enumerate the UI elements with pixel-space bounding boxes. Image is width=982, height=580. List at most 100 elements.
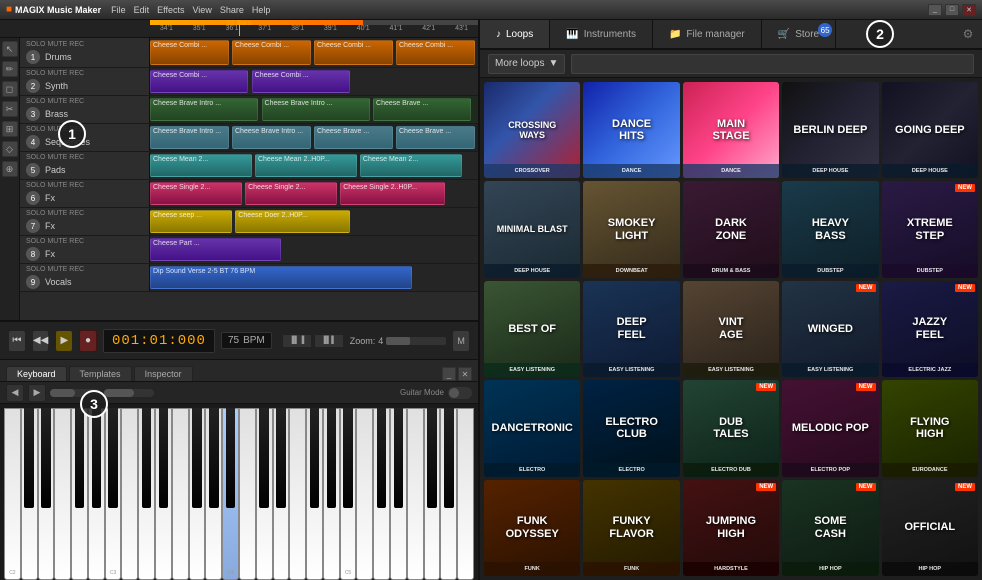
white-key[interactable] [239,408,256,580]
tab-store[interactable]: 🛒 Store 65 [762,20,836,48]
clip[interactable]: Cheese Brave Intro ... [150,98,258,121]
clip[interactable]: Cheese Combi ... [396,40,475,65]
close-button[interactable]: ✕ [962,4,976,16]
settings-icon[interactable]: ⚙ [954,20,982,48]
black-key[interactable] [327,408,336,508]
list-item[interactable]: DANCETRONIC ELECTRO [484,380,580,476]
black-key[interactable] [159,408,168,508]
tool-pointer[interactable]: ↖ [2,41,18,57]
list-item[interactable]: NEW DUBTALES ELECTRO DUB [683,380,779,476]
back-button[interactable]: ◀◀ [32,330,50,352]
loop-mode-1[interactable]: ▐▌▐ [282,334,312,348]
track-clips[interactable]: Cheese seep ... Cheese Doer 2..H0P... [150,208,478,235]
tool-mute[interactable]: ◇ [2,141,18,157]
menu-edit[interactable]: Edit [134,5,150,15]
list-item[interactable]: berlin deep DEEP HOUSE [782,82,878,178]
track-clips[interactable]: Cheese Single 2... Cheese Single 2... Ch… [150,180,478,207]
black-key[interactable] [142,408,151,508]
black-key[interactable] [259,408,268,508]
clip[interactable]: Cheese Single 2..H0P... [340,182,445,205]
clip[interactable]: Cheese Combi ... [314,40,393,65]
white-key[interactable] [407,408,424,580]
list-item[interactable]: FUNKYFLAVOR FUNK [583,480,679,576]
list-item[interactable]: NEW SOMECASH HIP HOP [782,480,878,576]
white-key[interactable] [172,408,189,580]
track-clips[interactable]: Dip Sound Verse 2-5 BT 76 BPM [150,264,478,291]
clip[interactable]: Cheese Mean 2..H0P... [255,154,357,177]
panel-minimize[interactable]: _ [442,367,456,381]
loop-mode-2[interactable]: ▐▌▌ [314,334,344,348]
list-item[interactable]: SMOKEYLIGHT DOWNBEAT [583,181,679,277]
menu-view[interactable]: View [192,5,211,15]
menu-effects[interactable]: Effects [157,5,184,15]
octave-up[interactable]: ▶ [28,384,46,402]
black-key[interactable] [343,408,352,508]
white-key[interactable]: C2 [4,408,21,580]
clip[interactable]: Cheese Mean 2... [150,154,252,177]
track-clips[interactable]: Cheese Combi ... Cheese Combi ... [150,68,478,95]
tab-templates[interactable]: Templates [69,366,132,381]
tool-cut[interactable]: ✂ [2,101,18,117]
list-item[interactable]: NEW xtremestep DUBSTEP [882,181,978,277]
white-key[interactable] [289,408,306,580]
clip[interactable]: Cheese Brave Intro ... [262,98,370,121]
list-item[interactable]: NEW Melodic POP ELECTRO POP [782,380,878,476]
track-clips[interactable]: Cheese Combi ... Cheese Combi ... Cheese… [150,38,478,67]
clip[interactable]: Cheese Brave ... [396,126,475,149]
clip[interactable]: Cheese Part ... [150,238,281,261]
clip[interactable]: Cheese Single 2... [245,182,337,205]
tool-zoom[interactable]: ⊕ [2,161,18,177]
rewind-button[interactable]: ⏮ [8,330,26,352]
piano-keyboard[interactable]: C2 C3 C4 [0,404,478,580]
list-item[interactable]: minimal blast DEEP HOUSE [484,181,580,277]
black-key[interactable] [209,408,218,508]
black-key[interactable] [377,408,386,508]
white-key[interactable] [121,408,138,580]
tab-instruments[interactable]: 🎹 Instruments [550,20,653,48]
tab-keyboard[interactable]: Keyboard [6,366,67,381]
midi-button[interactable]: M [452,330,470,352]
tab-file-manager[interactable]: 📁 File manager [653,20,762,48]
white-key[interactable] [54,408,71,580]
tool-erase[interactable]: ◻ [2,81,18,97]
clip[interactable]: Cheese seep ... [150,210,232,233]
zoom-slider[interactable] [386,337,446,345]
minimize-button[interactable]: _ [928,4,942,16]
menu-file[interactable]: File [111,5,126,15]
white-key[interactable] [356,408,373,580]
clip[interactable]: Cheese Mean 2... [360,154,462,177]
record-button[interactable]: ● [79,330,97,352]
list-item[interactable]: DARKZONE DRUM & BASS [683,181,779,277]
clip[interactable]: Cheese Doer 2..H0P... [235,210,350,233]
maximize-button[interactable]: □ [945,4,959,16]
octave-down[interactable]: ◀ [6,384,24,402]
track-clips[interactable]: Cheese Part ... [150,236,478,263]
clip[interactable]: Cheese Combi ... [150,40,229,65]
tab-loops[interactable]: ♪ Loops [480,20,550,48]
track-clips[interactable]: Cheese Brave Intro ... Cheese Brave Intr… [150,124,478,151]
clip[interactable]: Cheese Brave Intro ... [150,126,229,149]
list-item[interactable]: VINTAGE EASY LISTENING [683,281,779,377]
black-key[interactable] [192,408,201,508]
track-clips[interactable]: Cheese Mean 2... Cheese Mean 2..H0P... C… [150,152,478,179]
filter-select[interactable]: More loops ▼ [488,54,565,74]
list-item[interactable]: CROSSINGWAYS CROSSOVER [484,82,580,178]
key-slider-2[interactable] [104,389,154,397]
clip[interactable]: Cheese Brave ... [314,126,393,149]
list-item[interactable]: DANCEHITS DANCE [583,82,679,178]
menu-help[interactable]: Help [252,5,271,15]
list-item[interactable]: FUNKODYSSEY FUNK [484,480,580,576]
list-item[interactable]: NEW JUMPINGHIGH HARDSTYLE [683,480,779,576]
clip[interactable]: Cheese Combi ... [252,70,350,93]
tool-glue[interactable]: ⊞ [2,121,18,137]
list-item[interactable]: DEEPFEEL EASY LISTENING [583,281,679,377]
black-key[interactable] [108,408,117,508]
list-item[interactable]: BEST OF EASY LISTENING [484,281,580,377]
black-key[interactable] [24,408,33,508]
search-input[interactable] [571,54,974,74]
black-key[interactable] [276,408,285,508]
black-key[interactable] [75,408,84,508]
white-key[interactable] [457,408,474,580]
guitar-mode-toggle[interactable] [448,387,472,399]
black-key[interactable] [444,408,453,508]
